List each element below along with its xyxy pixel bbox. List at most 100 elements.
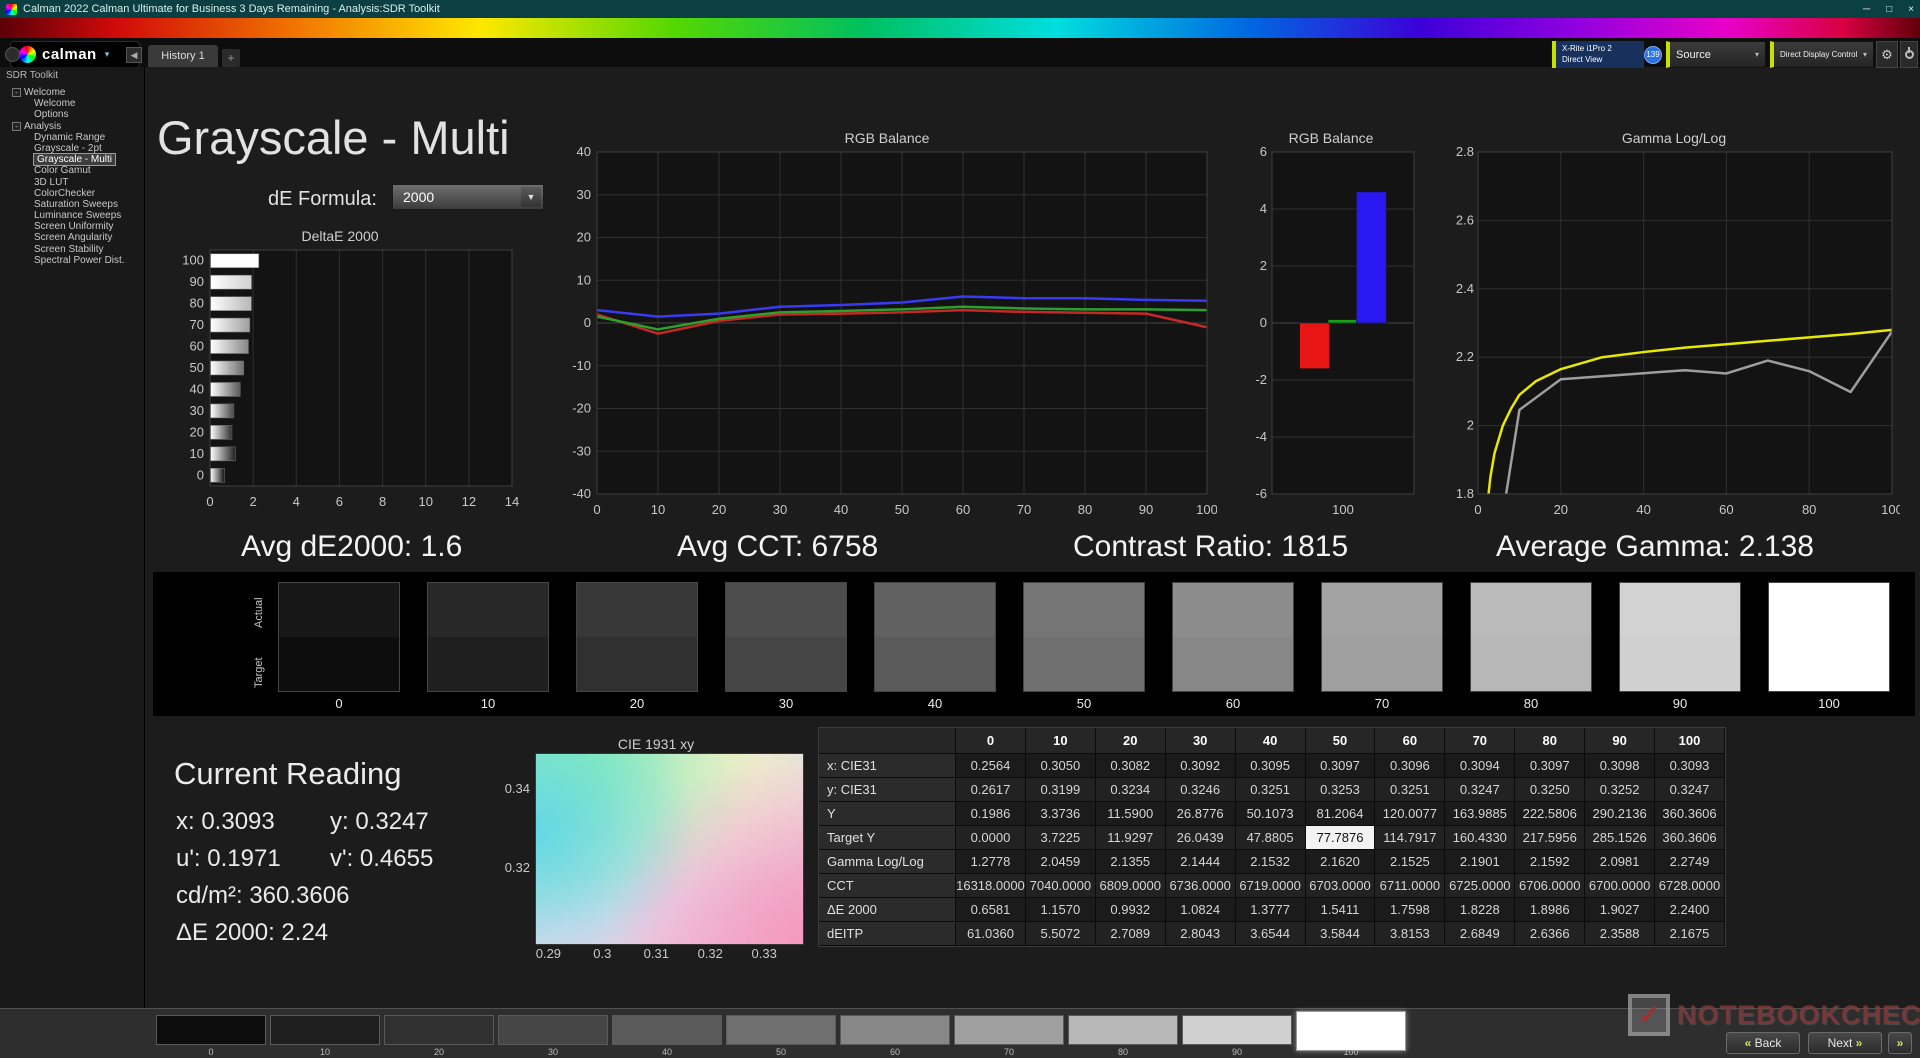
source-label: Source: [1676, 49, 1711, 61]
calman-logo-menu[interactable]: calman ▾: [10, 41, 140, 68]
patch-button-50[interactable]: [726, 1015, 836, 1045]
add-tab-button[interactable]: +: [222, 49, 240, 67]
table-cell: 2.1444: [1166, 850, 1236, 874]
table-cell: 3.7225: [1026, 826, 1096, 850]
table-cell: 0.3097: [1306, 754, 1376, 778]
patch-button-100[interactable]: [1296, 1011, 1406, 1051]
patch-button-30[interactable]: [498, 1015, 608, 1045]
sidebar-item-color-gamut[interactable]: Color Gamut: [0, 165, 144, 176]
source-button[interactable]: Source ▾: [1666, 41, 1766, 68]
table-cell: 0.2617: [956, 778, 1026, 802]
table-cell: 1.9027: [1585, 898, 1655, 922]
cie-x-tick-label: 0.33: [744, 946, 784, 961]
patch-button-90[interactable]: [1182, 1015, 1292, 1045]
table-cell: 3.5844: [1306, 922, 1376, 946]
sidebar-collapse-icon[interactable]: ◀: [126, 47, 142, 63]
swatch-actual-half: [279, 583, 399, 637]
sidebar-item-label: ColorChecker: [34, 188, 95, 199]
table-cell: 1.0824: [1166, 898, 1236, 922]
power-icon[interactable]: [1900, 41, 1918, 68]
svg-text:10: 10: [418, 494, 432, 509]
current-reading-title: Current Reading: [174, 756, 514, 792]
panel-title: SDR Toolkit: [0, 67, 144, 87]
sidebar-item-analysis[interactable]: -Analysis: [0, 121, 144, 132]
patch-button-60[interactable]: [840, 1015, 950, 1045]
sidebar-item-welcome[interactable]: -Welcome: [0, 87, 144, 98]
table-cell: 6809.0000: [1096, 874, 1166, 898]
sidebar-item-spectral-power-dist[interactable]: Spectral Power Dist.: [0, 255, 144, 266]
sidebar-item-screen-stability[interactable]: Screen Stability: [0, 244, 144, 255]
sidebar-item-options[interactable]: Options: [0, 109, 144, 120]
tab-history-1[interactable]: History 1: [148, 45, 218, 67]
skip-forward-button[interactable]: »: [1888, 1032, 1912, 1054]
table-cell: 2.0459: [1026, 850, 1096, 874]
sidebar-item-screen-angularity[interactable]: Screen Angularity: [0, 232, 144, 243]
meter-count-badge: 139: [1644, 46, 1662, 64]
patch-button-10[interactable]: [270, 1015, 380, 1045]
patch-level-label: 80: [1068, 1047, 1178, 1057]
patch-button-70[interactable]: [954, 1015, 1064, 1045]
table-cell: 2.1620: [1306, 850, 1376, 874]
sidebar-item-welcome[interactable]: Welcome: [0, 98, 144, 109]
sidebar-item-3d-lut[interactable]: 3D LUT: [0, 177, 144, 188]
rgb-balance-line-canvas: 403020100-10-20-30-400102030405060708090…: [557, 126, 1217, 526]
display-control-button[interactable]: Direct Display Control ▾: [1770, 41, 1874, 68]
table-cell: 2.6366: [1515, 922, 1585, 946]
sidebar-item-grayscale-2pt[interactable]: Grayscale - 2pt: [0, 143, 144, 154]
de-formula-select[interactable]: 2000 ▼: [392, 184, 544, 210]
table-cell: 1.8228: [1445, 898, 1515, 922]
table-cell: 0.3094: [1445, 754, 1515, 778]
grayscale-swatch-70: [1321, 582, 1443, 692]
patch-button-80[interactable]: [1068, 1015, 1178, 1045]
table-cell: 0.6581: [956, 898, 1026, 922]
svg-text:-20: -20: [572, 401, 591, 416]
table-cell: 2.2749: [1655, 850, 1725, 874]
collapse-expander-icon[interactable]: -: [12, 122, 21, 131]
gear-icon[interactable]: ⚙: [1876, 41, 1898, 68]
table-cell: 2.1355: [1096, 850, 1166, 874]
next-button[interactable]: Next »: [1808, 1032, 1882, 1054]
patch-level-label: 30: [498, 1047, 608, 1057]
swatch-actual-half: [577, 583, 697, 637]
workflow-tree: -WelcomeWelcomeOptions-AnalysisDynamic R…: [0, 87, 144, 266]
table-cell: 0.0000: [956, 826, 1026, 850]
patch-level-label: 0: [156, 1047, 266, 1057]
table-header-cell: 70: [1445, 728, 1515, 754]
patch-button-20[interactable]: [384, 1015, 494, 1045]
table-cell: 2.1525: [1375, 850, 1445, 874]
sidebar-item-screen-uniformity[interactable]: Screen Uniformity: [0, 221, 144, 232]
table-cell: 6706.0000: [1515, 874, 1585, 898]
minimize-button[interactable]: ─: [1863, 4, 1870, 15]
meter-button[interactable]: X-Rite i1Pro 2 Direct View: [1552, 41, 1644, 68]
reading-v-prime: v': 0.4655: [330, 845, 433, 873]
notebookcheck-watermark: ✓ NOTEBOOKCHECK: [1628, 994, 1920, 1036]
back-button[interactable]: « Back: [1726, 1032, 1800, 1054]
sidebar-item-label: Spectral Power Dist.: [34, 255, 125, 266]
table-row-label: x: CIE31: [819, 754, 956, 778]
table-header-cell: 10: [1026, 728, 1096, 754]
grayscale-swatch-40: [874, 582, 996, 692]
pin-button[interactable]: [5, 47, 20, 62]
sidebar-item-saturation-sweeps[interactable]: Saturation Sweeps: [0, 199, 144, 210]
maximize-button[interactable]: □: [1886, 4, 1892, 15]
sidebar-item-label: Saturation Sweeps: [34, 199, 118, 210]
table-cell: 1.5411: [1306, 898, 1376, 922]
sidebar-item-luminance-sweeps[interactable]: Luminance Sweeps: [0, 210, 144, 221]
patch-button-40[interactable]: [612, 1015, 722, 1045]
table-cell: 0.3247: [1445, 778, 1515, 802]
svg-text:40: 40: [577, 144, 591, 159]
svg-text:2.6: 2.6: [1456, 212, 1474, 227]
avg-de2000-label: Avg dE2000: 1.6: [241, 530, 462, 564]
sidebar-item-colorchecker[interactable]: ColorChecker: [0, 188, 144, 199]
patch-button-0[interactable]: [156, 1015, 266, 1045]
table-row-label: CCT: [819, 874, 956, 898]
svg-text:20: 20: [712, 502, 726, 517]
sidebar-item-grayscale-multi[interactable]: Grayscale - Multi: [0, 154, 144, 165]
cie-1931-chart: CIE 1931 xy 0.340.320.290.30.310.320.33: [484, 732, 828, 964]
close-button[interactable]: ×: [1908, 4, 1914, 15]
table-cell: 6725.0000: [1445, 874, 1515, 898]
collapse-expander-icon[interactable]: -: [12, 88, 21, 97]
table-cell: 26.8776: [1166, 802, 1236, 826]
sidebar-item-dynamic-range[interactable]: Dynamic Range: [0, 132, 144, 143]
notebookcheck-check-icon: ✓: [1628, 994, 1670, 1036]
